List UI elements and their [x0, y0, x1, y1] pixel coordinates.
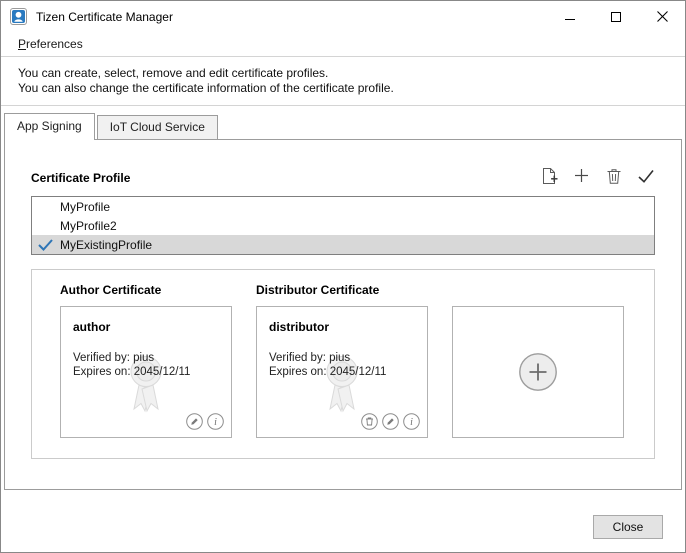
svg-text:i: i	[214, 417, 217, 428]
close-button[interactable]: Close	[593, 515, 663, 539]
distributor-info-button info-icon[interactable]: i	[403, 413, 420, 430]
profile-name: MyExistingProfile	[59, 238, 152, 252]
minimize-button[interactable]	[547, 1, 593, 32]
add-certificate-card[interactable]	[452, 306, 624, 438]
tab-iot-cloud-service[interactable]: IoT Cloud Service	[97, 115, 218, 139]
distributor-card-actions: i	[361, 413, 420, 430]
profile-list: MyProfile MyProfile2 MyExistingProfile	[31, 196, 655, 255]
description: You can create, select, remove and edit …	[1, 57, 685, 106]
close-icon	[657, 11, 668, 22]
profile-row-myprofile[interactable]: MyProfile	[32, 197, 654, 216]
certificate-cards: author Verified by: pius Expires on: 204…	[60, 306, 626, 438]
profile-row-myprofile2[interactable]: MyProfile2	[32, 216, 654, 235]
new-profile-icon	[542, 167, 558, 185]
profile-name: MyProfile2	[59, 219, 117, 233]
maximize-icon	[611, 12, 621, 22]
description-line2: You can also change the certificate info…	[18, 81, 685, 96]
check-icon	[638, 169, 654, 183]
menu-preferences[interactable]: Preferences	[11, 34, 90, 54]
svg-text:i: i	[410, 417, 413, 428]
certificate-profile-title: Certificate Profile	[31, 171, 130, 185]
menubar: Preferences	[1, 32, 685, 57]
new-profile-button[interactable]	[540, 166, 559, 185]
remove-distributor-button trash-icon[interactable]	[361, 413, 378, 430]
app-window: Tizen Certificate Manager Preference	[0, 0, 686, 553]
set-active-button[interactable]	[636, 166, 655, 185]
footer: Close	[1, 490, 685, 552]
distributor-cert-name: distributor	[269, 320, 415, 334]
menu-preferences-accel: P	[18, 37, 26, 51]
window-controls	[547, 1, 685, 32]
author-cert-name: author	[73, 320, 219, 334]
profile-toolbar	[540, 166, 655, 185]
profile-row-myexistingprofile[interactable]: MyExistingProfile	[32, 235, 654, 254]
menu-preferences-rest: references	[26, 37, 83, 51]
add-profile-button[interactable]	[572, 166, 591, 185]
author-certificate-title: Author Certificate	[60, 283, 256, 297]
edit-distributor-button pencil-icon[interactable]	[382, 413, 399, 430]
app-signing-panel: Certificate Profile	[4, 139, 682, 490]
certificate-profile-header: Certificate Profile	[31, 166, 655, 185]
titlebar: Tizen Certificate Manager	[1, 1, 685, 32]
plus-circle-icon	[518, 352, 558, 392]
maximize-button[interactable]	[593, 1, 639, 32]
tabstrip: App Signing IoT Cloud Service	[1, 106, 685, 139]
plus-icon	[575, 169, 588, 182]
author-info-button info-icon[interactable]: i	[207, 413, 224, 430]
author-verified-by: Verified by: pius	[73, 351, 219, 365]
distributor-certificate-card[interactable]: distributor Verified by: pius Expires on…	[256, 306, 428, 438]
distributor-expires-on: Expires on: 2045/12/11	[269, 365, 415, 379]
author-card-actions: i	[186, 413, 224, 430]
tab-app-signing[interactable]: App Signing	[4, 113, 95, 140]
tizen-logo-icon	[10, 8, 27, 25]
distributor-verified-by: Verified by: pius	[269, 351, 415, 365]
window-title: Tizen Certificate Manager	[36, 10, 173, 24]
remove-profile-button[interactable]	[604, 166, 623, 185]
author-expires-on: Expires on: 2045/12/11	[73, 365, 219, 379]
blue-check-icon	[38, 239, 53, 251]
close-window-button[interactable]	[639, 1, 685, 32]
minimize-icon	[565, 12, 575, 22]
profile-name: MyProfile	[59, 200, 110, 214]
author-certificate-card[interactable]: author Verified by: pius Expires on: 204…	[60, 306, 232, 438]
edit-author-button pencil-icon[interactable]	[186, 413, 203, 430]
row-check-slot	[38, 239, 59, 251]
certificate-titles: Author Certificate Distributor Certifica…	[60, 283, 626, 297]
distributor-certificate-title: Distributor Certificate	[256, 283, 452, 297]
trash-icon	[607, 168, 621, 184]
certificates-group: Author Certificate Distributor Certifica…	[31, 269, 655, 459]
description-line1: You can create, select, remove and edit …	[18, 66, 685, 81]
